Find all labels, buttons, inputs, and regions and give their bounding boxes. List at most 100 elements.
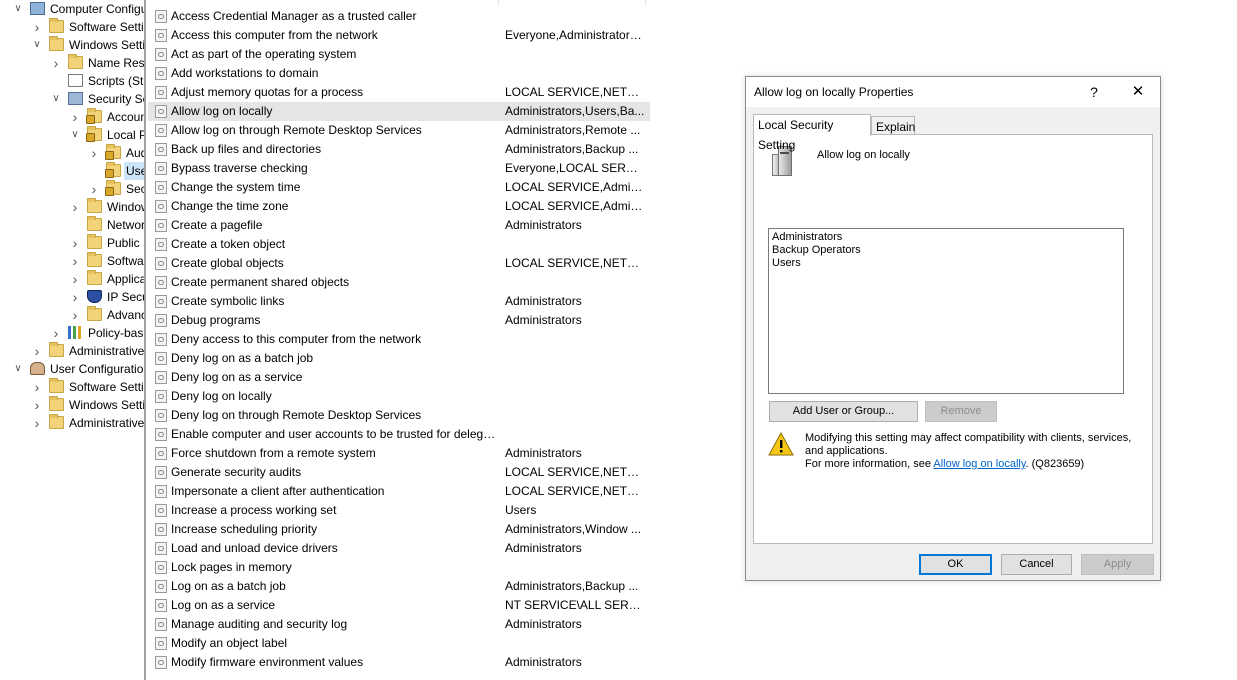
chevron-right-icon[interactable]: › (69, 288, 81, 306)
member-item[interactable]: Users (772, 257, 801, 270)
policy-row[interactable]: Debug programs Administrators (148, 311, 650, 330)
policy-row[interactable]: Bypass traverse checking Everyone,LOCAL S… (148, 159, 650, 178)
policy-row[interactable]: Create symbolic links Administrators (148, 292, 650, 311)
allow-log-on-locally-link[interactable]: Allow log on locally (933, 458, 1025, 470)
tree-item[interactable]: › Windows (0, 198, 144, 216)
column-divider[interactable] (498, 0, 499, 6)
policy-row[interactable]: Deny access to this computer from the ne… (148, 330, 650, 349)
tree-item[interactable]: › Name Resolu (0, 54, 144, 72)
tree-item[interactable]: › Public Key (0, 234, 144, 252)
apply-button[interactable]: Apply (1081, 554, 1154, 575)
chevron-down-icon[interactable]: ∨ (31, 36, 43, 54)
tree-item[interactable]: ∨ Computer Configura (0, 0, 144, 18)
remove-button[interactable]: Remove (925, 401, 997, 422)
policy-row[interactable]: Create a token object (148, 235, 650, 254)
chevron-right-icon[interactable]: › (69, 108, 81, 126)
dialog-titlebar[interactable]: Allow log on locally Properties ? ✕ (746, 77, 1160, 107)
chevron-right-icon[interactable]: › (50, 54, 62, 72)
policy-row[interactable]: Increase a process working set Users (148, 501, 650, 520)
policy-row[interactable]: Create permanent shared objects (148, 273, 650, 292)
tree-item[interactable]: › Policy-based (0, 324, 144, 342)
policy-row[interactable]: Change the time zone LOCAL SERVICE,Admini… (148, 197, 650, 216)
chevron-right-icon[interactable]: › (31, 378, 43, 396)
policy-row[interactable]: Change the system time LOCAL SERVICE,Admi… (148, 178, 650, 197)
policy-row[interactable]: Create global objects LOCAL SERVICE,NETWO… (148, 254, 650, 273)
chevron-right-icon[interactable]: › (69, 306, 81, 324)
tree-item[interactable]: ∨ Local Poli (0, 126, 144, 144)
tree-item[interactable]: › Software Settings (0, 378, 144, 396)
chevron-down-icon[interactable]: ∨ (12, 360, 24, 378)
tree-item[interactable]: Network L (0, 216, 144, 234)
tree-item[interactable]: › Audit (0, 144, 144, 162)
tree-item[interactable]: Scripts (Startu (0, 72, 144, 90)
policy-row[interactable]: Manage auditing and security log Administ… (148, 615, 650, 634)
policy-row[interactable]: Modify an object label (148, 634, 650, 653)
policy-row[interactable]: Deny log on as a service (148, 368, 650, 387)
pane-splitter[interactable] (144, 0, 146, 680)
add-user-or-group-button[interactable]: Add User or Group... (769, 401, 918, 422)
chevron-right-icon[interactable]: › (31, 18, 43, 36)
policy-row[interactable]: Load and unload device drivers Administra… (148, 539, 650, 558)
cancel-button[interactable]: Cancel (1001, 554, 1072, 575)
chevron-right-icon[interactable]: › (69, 234, 81, 252)
policy-icon (155, 314, 167, 327)
tree-item[interactable]: ∨ Windows Settings (0, 36, 144, 54)
policy-row[interactable]: Generate security audits LOCAL SERVICE,NE… (148, 463, 650, 482)
policy-row[interactable]: Modify firmware environment values Admini… (148, 653, 650, 672)
policy-row[interactable]: Access Credential Manager as a trusted c… (148, 7, 650, 26)
chevron-right-icon[interactable]: › (69, 270, 81, 288)
chevron-down-icon[interactable]: ∨ (12, 0, 24, 18)
policy-row[interactable]: Deny log on locally (148, 387, 650, 406)
policy-row[interactable]: Allow log on through Remote Desktop Serv… (148, 121, 650, 140)
chevron-right-icon[interactable]: › (69, 252, 81, 270)
chevron-right-icon[interactable]: › (88, 144, 100, 162)
chevron-right-icon[interactable]: › (88, 180, 100, 198)
policy-row[interactable]: Deny log on as a batch job (148, 349, 650, 368)
tree-item[interactable]: › Software F (0, 252, 144, 270)
tree-item[interactable]: › Administrative Te (0, 414, 144, 432)
policy-row[interactable]: Log on as a batch job Administrators,Back… (148, 577, 650, 596)
member-item[interactable]: Backup Operators (772, 244, 861, 257)
members-listbox[interactable]: Administrators Backup Operators Users (768, 228, 1124, 394)
policy-row[interactable]: Access this computer from the network Eve… (148, 26, 650, 45)
help-icon[interactable]: ? (1084, 82, 1104, 102)
chevron-right-icon[interactable]: › (69, 198, 81, 216)
policy-row[interactable]: Deny log on through Remote Desktop Servi… (148, 406, 650, 425)
chevron-right-icon[interactable]: › (31, 342, 43, 360)
chevron-down-icon[interactable]: ∨ (50, 90, 62, 108)
chevron-down-icon[interactable]: ∨ (69, 126, 81, 144)
policy-row[interactable]: Adjust memory quotas for a process LOCAL … (148, 83, 650, 102)
policy-row[interactable]: Add workstations to domain (148, 64, 650, 83)
tab-local-security-setting[interactable]: Local Security Setting (753, 114, 871, 152)
policy-row[interactable]: Force shutdown from a remote system Admin… (148, 444, 650, 463)
tree-item[interactable]: User R (0, 162, 144, 180)
policy-row[interactable]: Enable computer and user accounts to be … (148, 425, 650, 444)
ok-button[interactable]: OK (919, 554, 992, 575)
policy-row[interactable]: Allow log on locally Administrators,Users… (148, 102, 650, 121)
policy-row[interactable]: Lock pages in memory (148, 558, 650, 577)
policy-row[interactable]: Increase scheduling priority Administrato… (148, 520, 650, 539)
tree-item[interactable]: ∨ Security Settin (0, 90, 144, 108)
tree-item[interactable]: › IP Security (0, 288, 144, 306)
policy-row[interactable]: Act as part of the operating system (148, 45, 650, 64)
tree-item[interactable]: › Windows Setting (0, 396, 144, 414)
tab-explain[interactable]: Explain (871, 116, 915, 136)
tree-item[interactable]: › Applicatio (0, 270, 144, 288)
policy-row[interactable]: Create a pagefile Administrators (148, 216, 650, 235)
column-divider[interactable] (645, 0, 646, 6)
chevron-right-icon[interactable]: › (31, 396, 43, 414)
tree-item[interactable]: › Advanced (0, 306, 144, 324)
chevron-right-icon[interactable]: › (50, 324, 62, 342)
policy-row[interactable]: Log on as a service NT SERVICE\ALL SERVIC… (148, 596, 650, 615)
policy-name: Adjust memory quotas for a process (171, 85, 364, 99)
tree-item[interactable]: › Account P (0, 108, 144, 126)
tree-item[interactable]: › Software Settings (0, 18, 144, 36)
member-item[interactable]: Administrators (772, 231, 842, 244)
tree-item[interactable]: › Administrative Te (0, 342, 144, 360)
policy-row[interactable]: Impersonate a client after authenticatio… (148, 482, 650, 501)
tree-item[interactable]: ∨ User Configuration (0, 360, 144, 378)
chevron-right-icon[interactable]: › (31, 414, 43, 432)
close-icon[interactable]: ✕ (1126, 82, 1150, 102)
tree-item[interactable]: › Securi (0, 180, 144, 198)
policy-row[interactable]: Back up files and directories Administrat… (148, 140, 650, 159)
